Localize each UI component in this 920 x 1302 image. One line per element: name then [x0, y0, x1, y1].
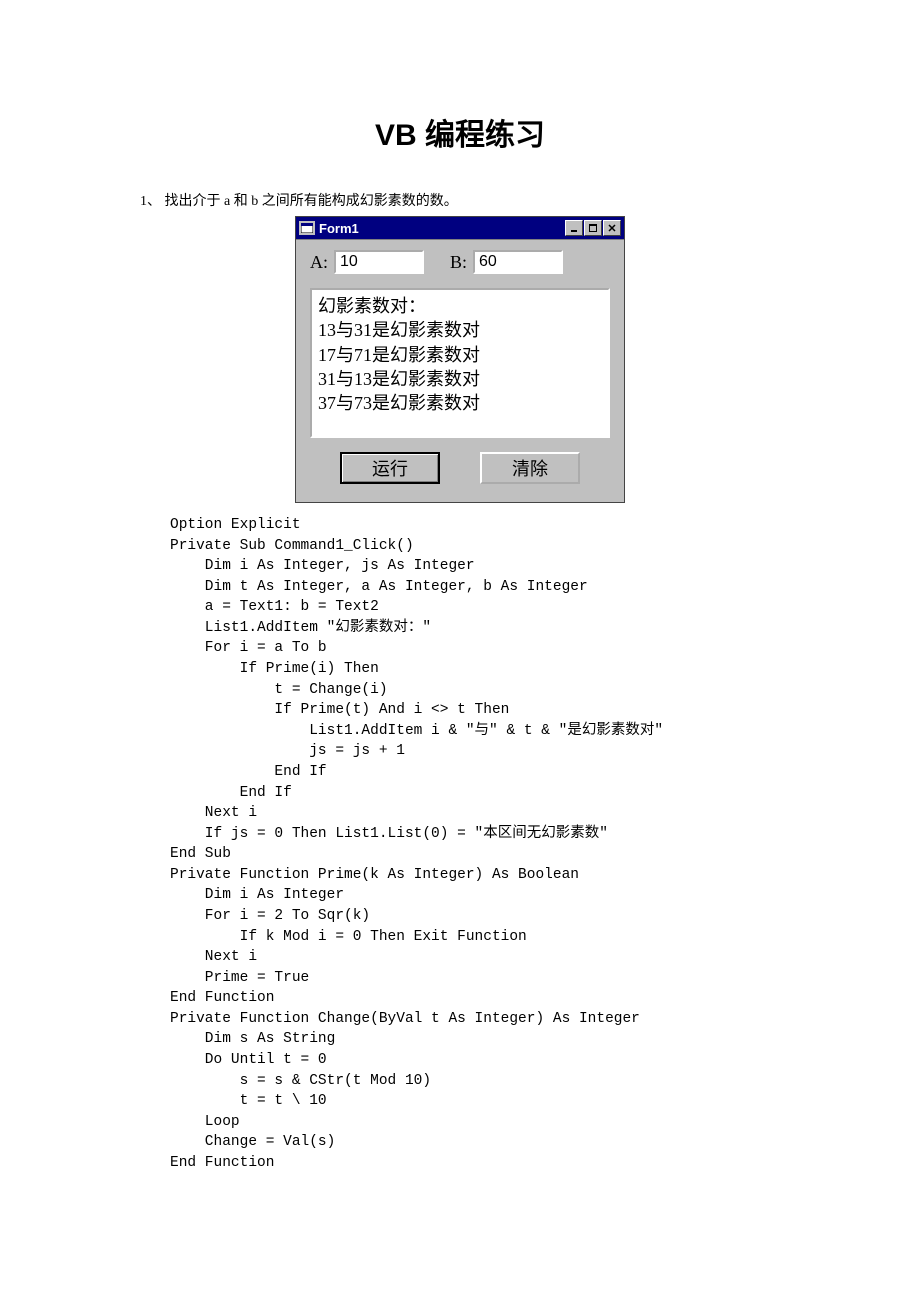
list-item: 17与71是幻影素数对 [318, 343, 602, 367]
input-a[interactable] [334, 250, 424, 274]
minimize-button[interactable] [565, 220, 583, 236]
button-row: 运行 清除 [310, 452, 610, 488]
list-item: 13与31是幻影素数对 [318, 318, 602, 342]
input-b[interactable] [473, 250, 563, 274]
window-titlebar: Form1 [296, 217, 624, 239]
list-item: 31与13是幻影素数对 [318, 367, 602, 391]
page-title: VB 编程练习 [140, 110, 780, 154]
maximize-button[interactable] [584, 220, 602, 236]
clear-button[interactable]: 清除 [480, 452, 580, 484]
vb-form-window: Form1 A: B: [295, 216, 625, 503]
window-title: Form1 [319, 221, 359, 236]
run-button[interactable]: 运行 [340, 452, 440, 484]
list-item: 幻影素数对： [318, 294, 602, 318]
list-item: 37与73是幻影素数对 [318, 391, 602, 415]
title-en: VB [375, 119, 417, 152]
result-listbox[interactable]: 幻影素数对： 13与31是幻影素数对 17与71是幻影素数对 31与13是幻影素… [310, 288, 610, 438]
label-a: A: [310, 252, 328, 273]
code-listing: Option Explicit Private Sub Command1_Cli… [140, 515, 780, 1174]
input-row: A: B: [310, 250, 610, 274]
form-icon [299, 221, 315, 235]
problem-statement: 1、 找出介于 a 和 b 之间所有能构成幻影素数的数。 [140, 190, 780, 210]
form-body: A: B: 幻影素数对： 13与31是幻影素数对 17与71是幻影素数对 31与… [296, 239, 624, 502]
label-b: B: [450, 252, 467, 273]
title-zh: 编程练习 [425, 119, 545, 152]
close-button[interactable] [603, 220, 621, 236]
